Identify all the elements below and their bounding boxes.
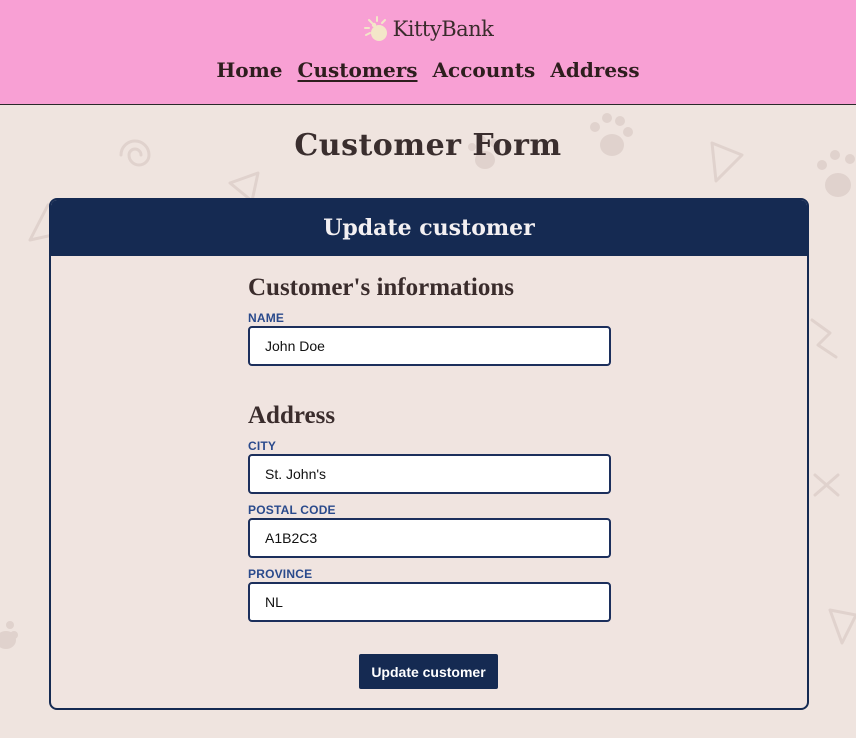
nav-customers[interactable]: Customers: [298, 58, 418, 82]
update-customer-card: Update customer Customer's informations …: [49, 198, 809, 710]
top-header: KittyBank Home Customers Accounts Addres…: [0, 0, 856, 105]
postal-code-field[interactable]: [248, 518, 611, 558]
customer-info-heading: Customer's informations: [248, 274, 514, 301]
name-field[interactable]: [248, 326, 611, 366]
paw-sun-logo-icon: [363, 16, 387, 41]
city-field[interactable]: [248, 454, 611, 494]
brand-name: KittyBank: [392, 17, 494, 41]
card-header: Update customer: [51, 200, 807, 256]
address-heading: Address: [248, 402, 336, 429]
province-label: PROVINCE: [248, 567, 313, 581]
postal-code-label: POSTAL CODE: [248, 503, 336, 517]
brand[interactable]: KittyBank: [0, 14, 856, 44]
nav-accounts[interactable]: Accounts: [433, 58, 536, 82]
customer-form: Customer's informations NAME Address CIT…: [248, 274, 612, 622]
update-customer-button[interactable]: Update customer: [359, 654, 498, 689]
main-nav: Home Customers Accounts Address: [0, 58, 856, 82]
nav-address[interactable]: Address: [550, 58, 639, 82]
name-label: NAME: [248, 311, 285, 325]
page-title: Customer Form: [294, 128, 562, 163]
nav-home[interactable]: Home: [216, 58, 282, 82]
city-label: CITY: [248, 439, 277, 453]
province-field[interactable]: [248, 582, 611, 622]
